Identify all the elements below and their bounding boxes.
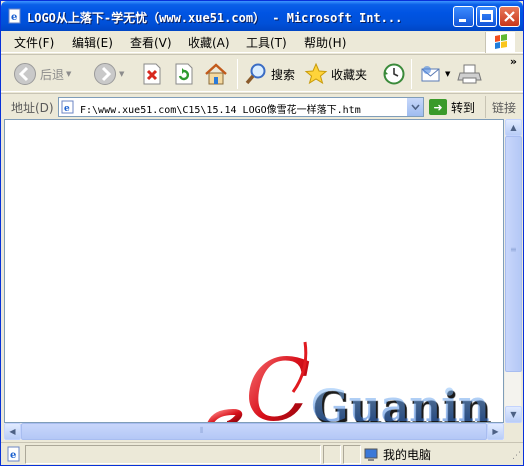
menu-file[interactable]: 文件(F) xyxy=(14,34,54,51)
back-dropdown-icon[interactable]: ▼ xyxy=(66,70,71,78)
toolbar-separator xyxy=(411,59,412,89)
menu-favorites[interactable]: 收藏(A) xyxy=(188,34,230,51)
svg-text:e: e xyxy=(64,104,70,114)
address-input[interactable]: e F:\www.xue51.com\C15\15.14 LOGO像雪花一样落下… xyxy=(58,97,424,117)
logo-wordmark-shadow: Guanin xyxy=(311,381,490,423)
favorites-star-icon xyxy=(304,62,328,85)
search-button[interactable]: 搜索 xyxy=(244,60,295,88)
refresh-button[interactable] xyxy=(173,60,195,88)
search-label: 搜索 xyxy=(271,67,296,82)
menu-bar: 文件(F) 编辑(E) 查看(V) 收藏(A) 工具(T) 帮助(H) xyxy=(1,31,523,53)
svg-text:e: e xyxy=(10,450,16,461)
favorites-label: 收藏夹 xyxy=(331,67,368,82)
address-url: F:\www.xue51.com\C15\15.14 LOGO像雪花一样落下.h… xyxy=(80,105,361,116)
back-button[interactable]: 后退 ▼ xyxy=(13,60,71,88)
horizontal-scrollbar[interactable]: ◀ ⦀ ▶ xyxy=(4,423,504,440)
close-button[interactable] xyxy=(499,6,520,27)
svg-text:e: e xyxy=(11,12,17,23)
page-content[interactable]: C Guanin Guanin xyxy=(4,119,504,423)
scroll-left-button[interactable]: ◀ xyxy=(4,423,21,440)
falling-logo: C Guanin Guanin xyxy=(207,341,492,423)
toolbar-overflow-icon[interactable]: » xyxy=(510,55,517,68)
back-label: 后退 xyxy=(40,67,65,82)
maximize-button[interactable] xyxy=(476,6,497,27)
forward-button[interactable]: ▼ xyxy=(93,60,124,88)
go-label: 转到 xyxy=(451,100,476,115)
stop-icon xyxy=(143,63,161,85)
close-icon xyxy=(504,11,515,22)
stop-button[interactable] xyxy=(141,60,163,88)
window-title: LOGO从上落下-学无忧（www.xue51.com） - Microsoft … xyxy=(27,11,403,25)
menu-edit[interactable]: 编辑(E) xyxy=(72,34,113,51)
go-button[interactable]: ➜ 转到 xyxy=(429,97,475,117)
forward-arrow-icon xyxy=(94,63,116,85)
scroll-right-button[interactable]: ▶ xyxy=(487,423,504,440)
menu-help[interactable]: 帮助(H) xyxy=(304,34,346,51)
address-dropdown-button[interactable] xyxy=(406,98,423,116)
horizontal-scroll-thumb[interactable]: ⦀ xyxy=(21,423,487,440)
forward-dropdown-icon[interactable]: ▼ xyxy=(119,70,124,78)
standard-toolbar: 后退 ▼ ▼ 搜索 收藏夹 ▼ » xyxy=(1,54,523,92)
refresh-icon xyxy=(175,63,193,85)
title-bar[interactable]: e LOGO从上落下-学无忧（www.xue51.com） - Microsof… xyxy=(1,1,523,31)
history-icon xyxy=(383,63,405,85)
minimize-button[interactable] xyxy=(453,6,474,27)
status-text-pane xyxy=(25,445,321,464)
grip-icon: ⦀ xyxy=(200,426,204,435)
chevron-down-icon xyxy=(410,104,420,110)
windows-logo xyxy=(485,32,515,53)
zone-label: 我的电脑 xyxy=(383,448,432,462)
menu-tools[interactable]: 工具(T) xyxy=(246,34,287,51)
maximize-icon xyxy=(480,10,493,22)
grip-icon: ≡ xyxy=(510,245,517,254)
status-bar: e 我的电脑 ⋰ xyxy=(1,442,523,465)
address-label: 地址(D) xyxy=(11,101,54,115)
browser-window: e LOGO从上落下-学无忧（www.xue51.com） - Microsof… xyxy=(0,0,524,466)
scroll-down-button[interactable]: ▼ xyxy=(505,406,522,423)
links-button[interactable]: 链接 xyxy=(485,96,516,118)
go-arrow-icon: ➜ xyxy=(429,99,447,115)
windows-flag-icon xyxy=(495,34,507,49)
status-pane xyxy=(323,445,341,464)
history-button[interactable] xyxy=(381,60,407,88)
favorites-button[interactable]: 收藏夹 xyxy=(304,60,367,88)
home-icon xyxy=(205,63,227,85)
back-arrow-icon xyxy=(14,63,36,85)
mail-icon xyxy=(421,66,440,82)
scroll-up-button[interactable]: ▲ xyxy=(505,119,522,136)
printer-icon xyxy=(457,64,482,84)
vertical-scroll-thumb[interactable]: ≡ xyxy=(505,136,522,372)
print-button[interactable] xyxy=(457,60,483,88)
home-button[interactable] xyxy=(203,60,229,88)
scroll-corner xyxy=(504,423,521,440)
page-icon: e xyxy=(61,100,74,114)
mail-dropdown-icon[interactable]: ▼ xyxy=(445,70,450,78)
mail-button[interactable]: ▼ xyxy=(419,60,450,88)
status-pane xyxy=(343,445,361,464)
toolbar-separator xyxy=(237,59,238,89)
logo-letter: C xyxy=(245,341,311,423)
resize-grip-icon[interactable]: ⋰ xyxy=(512,451,521,461)
security-zone: 我的电脑 xyxy=(363,445,431,464)
address-bar: 地址(D) e F:\www.xue51.com\C15\15.14 LOGO像… xyxy=(1,93,523,119)
vertical-scrollbar[interactable]: ▲ ≡ ▼ xyxy=(504,119,522,423)
menu-view[interactable]: 查看(V) xyxy=(130,34,172,51)
my-computer-icon xyxy=(364,448,378,461)
minimize-icon xyxy=(459,19,466,22)
search-magnifier-icon xyxy=(245,63,266,85)
ie-page-icon: e xyxy=(7,446,20,462)
ie-page-icon: e xyxy=(8,8,21,24)
